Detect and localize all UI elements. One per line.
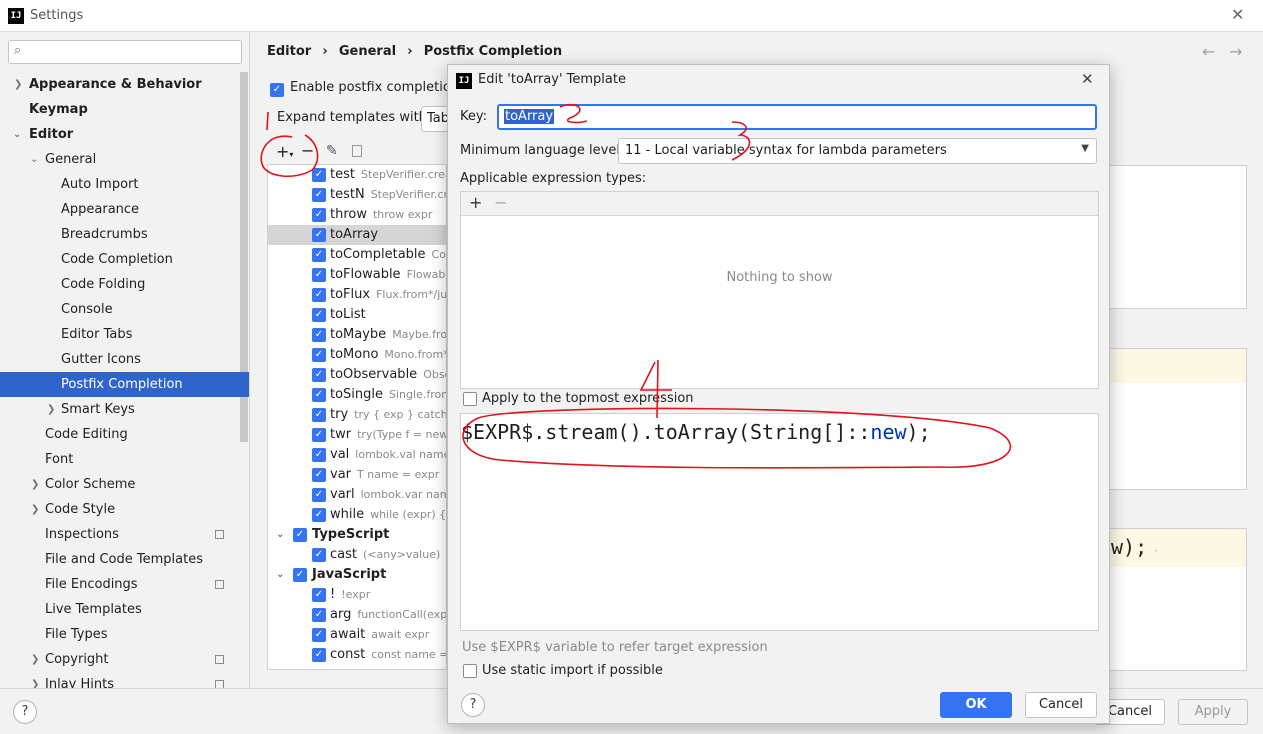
annotation-1: 1: [266, 111, 269, 131]
annotation-circle-add: [260, 134, 319, 177]
annotation-3: [731, 121, 751, 161]
annotation-ellipse-code: [462, 407, 1011, 469]
red-annotations: 1: [260, 103, 1011, 469]
annotation-2: [559, 103, 588, 124]
